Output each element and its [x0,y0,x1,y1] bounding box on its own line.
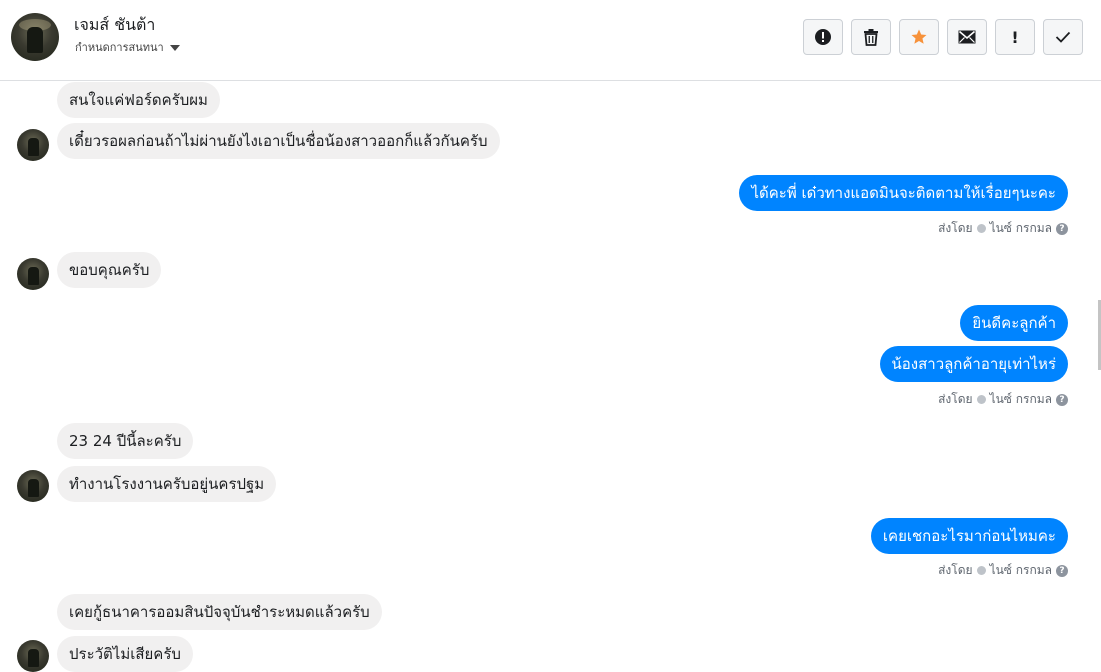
mark-spam-button[interactable] [803,19,843,55]
contact-name[interactable]: เจมส์ ชันต้า [74,13,155,38]
delete-button[interactable] [851,19,891,55]
follow-up-button[interactable]: ! [995,19,1035,55]
verified-icon [976,224,986,233]
verified-icon [976,566,986,575]
outgoing-message[interactable]: ยินดีคะลูกค้า [960,305,1068,341]
incoming-message[interactable]: เดี๋ยวรอผลก่อนถ้าไม่ผ่านยังไงเอาเป็นชื่อ… [57,123,500,159]
star-icon [911,29,927,44]
star-button[interactable] [899,19,939,55]
sent-by-label: ส่งโดย [938,563,973,577]
conversation-header: เจมส์ ชันต้า กำหนดการสนทนา ! [0,0,1101,81]
assign-label: กำหนดการสนทนา [75,41,164,54]
avatar-photo-figure [27,27,43,53]
sender-avatar [17,470,49,502]
outgoing-message[interactable]: น้องสาวลูกค้าอายุเท่าไหร่ [879,346,1068,382]
checkmark-icon [1055,31,1071,43]
sender-avatar [17,129,49,161]
help-icon[interactable]: ? [1056,564,1068,577]
mark-done-button[interactable] [1043,19,1083,55]
incoming-message[interactable]: สนใจแค่ฟอร์ดครับผม [57,82,220,118]
incoming-message[interactable]: เคยกู้ธนาคารออมสินปัจจุบันชำระหมดแล้วครั… [57,594,382,630]
conversation-toolbar: ! [803,19,1083,55]
trash-icon [864,29,878,46]
exclamation-icon: ! [1011,27,1019,47]
incoming-message[interactable]: ประวัติไม่เสียครับ [57,636,193,672]
caret-down-icon [169,45,180,51]
contact-avatar[interactable] [11,13,59,61]
sent-by-agent: ไนซ์ กรกมล [989,392,1052,406]
sent-by-agent: ไนซ์ กรกมล [989,221,1052,235]
help-icon[interactable]: ? [1056,393,1068,406]
sent-by-indicator: ส่งโดย ไนซ์ กรกมล? [938,390,1068,409]
verified-icon [976,395,986,404]
mark-unread-button[interactable] [947,19,987,55]
sent-by-label: ส่งโดย [938,221,973,235]
sent-by-agent: ไนซ์ กรกมล [989,563,1052,577]
incoming-message[interactable]: ทำงานโรงงานครับอยู่นครปฐม [57,466,277,502]
outgoing-message[interactable]: ได้คะพี่ เด๋วทางแอดมินจะติดตามให้เรื่อยๆ… [739,175,1068,211]
envelope-icon [958,30,976,44]
sender-avatar [17,258,49,290]
incoming-message[interactable]: 23 24 ปีนี้ละครับ [57,423,194,459]
help-icon[interactable]: ? [1056,222,1068,235]
sender-avatar [17,640,49,672]
outgoing-message[interactable]: เคยเชกอะไรมาก่อนไหมคะ [870,518,1068,554]
alert-circle-icon [815,29,831,45]
incoming-message[interactable]: ขอบคุณครับ [57,252,162,288]
sent-by-indicator: ส่งโดย ไนซ์ กรกมล? [938,561,1068,580]
sent-by-indicator: ส่งโดย ไนซ์ กรกมล? [938,219,1068,238]
sent-by-label: ส่งโดย [938,392,973,406]
conversation-assign-dropdown[interactable]: กำหนดการสนทนา [75,38,180,56]
